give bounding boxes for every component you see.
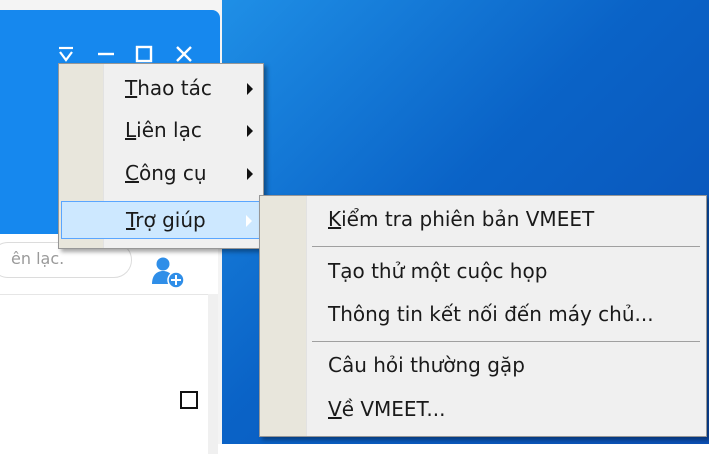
- menu-item-about[interactable]: Về VMEET...: [262, 392, 704, 426]
- menu-item-test-meeting[interactable]: Tạo thử một cuộc họp: [262, 254, 704, 288]
- menu-item-label: Tạo thử một cuộc họp: [328, 259, 548, 283]
- menu-item-cong-cu[interactable]: Công cụ: [61, 156, 261, 190]
- menu-item-label: Công cụ: [125, 161, 207, 185]
- menu-item-label: Kiểm tra phiên bản VMEET: [328, 207, 595, 231]
- contact-list: [0, 294, 208, 455]
- menu-item-lien-lac[interactable]: Liên lạc: [61, 113, 261, 147]
- menu-item-thao-tac[interactable]: Thao tác: [61, 71, 261, 105]
- submenu-arrow-icon: [246, 215, 252, 227]
- checkbox[interactable]: [180, 391, 198, 409]
- menu-separator: [312, 341, 700, 342]
- main-menu: Thao tác Liên lạc Công cụ Trợ giúp: [58, 63, 264, 249]
- menu-item-label: Liên lạc: [125, 118, 202, 142]
- menu-item-label: Thông tin kết nối đến máy chủ...: [328, 302, 654, 326]
- submenu-arrow-icon: [247, 168, 253, 180]
- menu-item-check-version[interactable]: Kiểm tra phiên bản VMEET: [262, 202, 704, 236]
- search-placeholder: ên lạc.: [11, 249, 65, 268]
- submenu-arrow-icon: [247, 83, 253, 95]
- menu-separator: [312, 246, 700, 247]
- submenu-arrow-icon: [247, 125, 253, 137]
- menu-item-faq[interactable]: Câu hỏi thường gặp: [262, 348, 704, 382]
- menu-item-label: Câu hỏi thường gặp: [328, 353, 525, 377]
- menu-item-label: Trợ giúp: [126, 208, 206, 232]
- contacts-panel: ên lạc.: [0, 234, 218, 455]
- scrollbar[interactable]: [208, 294, 218, 454]
- menu-item-server-info[interactable]: Thông tin kết nối đến máy chủ...: [262, 297, 704, 331]
- menu-item-label: Thao tác: [125, 76, 212, 100]
- menu-item-tro-giup[interactable]: Trợ giúp: [61, 201, 261, 239]
- menu-item-label: Về VMEET...: [328, 397, 446, 421]
- help-submenu: Kiểm tra phiên bản VMEET Tạo thử một cuộ…: [259, 195, 707, 437]
- add-contact-icon[interactable]: [150, 254, 186, 290]
